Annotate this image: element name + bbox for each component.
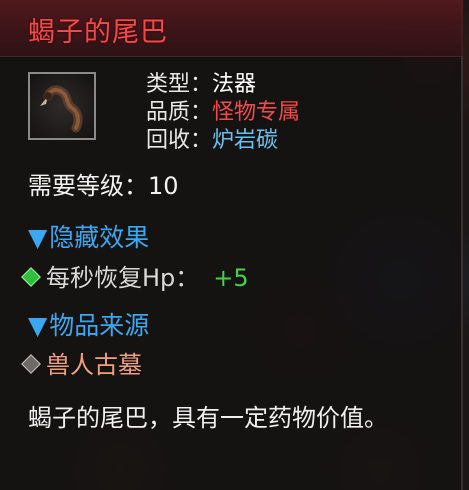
recycle-value: 炉岩碳 (212, 128, 279, 153)
hidden-effect-value: +5 (213, 264, 249, 292)
hidden-effect-line: 每秒恢复Hp： +5 (46, 258, 249, 293)
required-level: 需要等级：10 (28, 166, 179, 201)
collapse-triangle-icon: ▼ (28, 311, 48, 340)
hidden-effect-name: 每秒恢复Hp： (46, 264, 200, 292)
scorpion-tail-icon (28, 72, 96, 140)
required-level-value: 10 (148, 172, 179, 200)
required-level-label: 需要等级： (28, 172, 148, 200)
collapse-triangle-icon: ▼ (28, 223, 48, 252)
hidden-effect-header-label: 隐藏效果 (49, 223, 150, 252)
gray-diamond-icon (21, 354, 41, 374)
tooltip-title-bar: 蝎子的尾巴 (0, 0, 463, 57)
source-header: ▼物品来源 (28, 306, 149, 342)
recycle-colon: ： (190, 128, 213, 153)
source-header-label: 物品来源 (49, 311, 150, 340)
green-diamond-icon (21, 267, 41, 287)
recycle-row: 回收：炉岩碳 (146, 122, 278, 154)
item-name: 蝎子的尾巴 (28, 17, 168, 48)
recycle-label: 回收 (146, 128, 191, 153)
source-value: 兽人古墓 (46, 351, 142, 379)
item-tooltip: 蝎子的尾巴 类型：法器 品质：怪物专属 回收：炉岩碳 需要等级：10 ▼隐藏效果… (0, 0, 463, 490)
item-description: 蝎子的尾巴，具有一定药物价值。 (28, 404, 388, 432)
hidden-effect-header: ▼隐藏效果 (28, 218, 149, 254)
